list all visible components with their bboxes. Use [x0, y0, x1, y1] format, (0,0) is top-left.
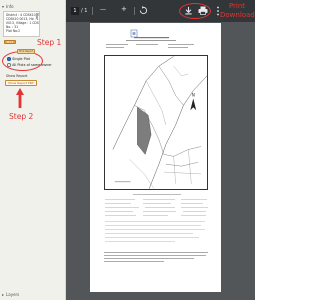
radio-single-label: Single Plot [12, 57, 30, 61]
radio-empty-icon[interactable] [7, 63, 11, 67]
print-icon[interactable] [198, 6, 208, 15]
print-annotation-line2: Download [220, 11, 255, 19]
print-report-label: Print Report [17, 49, 36, 54]
rotate-icon[interactable] [139, 6, 148, 15]
info-line: Plot No:2 [6, 29, 21, 33]
radio-all-label: All Plots of same owner [12, 63, 52, 67]
left-panel: ▾ Info District : 4 CDSK10, Taluk : 1 CD… [0, 0, 66, 300]
toolbar-divider [92, 7, 93, 15]
show-report-label: Show Report [6, 74, 28, 78]
step2-annotation: Step 2 [9, 112, 34, 121]
pdf-page: N [90, 23, 221, 292]
highlight-oval-options [2, 51, 43, 71]
print-download-annotation: Print Download [220, 2, 255, 20]
expand-arrow-icon[interactable]: ▸ [2, 292, 4, 297]
step1-annotation: Step 1 [37, 38, 62, 47]
cadastral-map: N [104, 55, 208, 190]
layers-panel-header[interactable]: ▸ Layers [2, 292, 19, 297]
radio-single-plot[interactable]: Single Plot [7, 57, 30, 61]
layers-label: Layers [6, 292, 20, 297]
page-number-input[interactable]: 1 [71, 7, 79, 15]
scrollbar[interactable] [36, 13, 38, 19]
zoom-in-button[interactable]: + [121, 5, 127, 13]
show-report-pdf-button[interactable]: Show Report PDF [5, 80, 37, 86]
north-label: N [192, 93, 195, 98]
header-text-lines [106, 37, 194, 48]
radio-selected-icon[interactable] [7, 57, 11, 61]
toolbar-divider [134, 7, 135, 15]
info-panel-header[interactable]: ▾ Info [2, 4, 14, 9]
print-annotation-line1: Print [228, 2, 246, 10]
page-total: / 1 [81, 8, 88, 14]
download-icon[interactable] [184, 6, 193, 15]
radio-all-plots[interactable]: All Plots of same owner [7, 63, 52, 67]
print-small-button[interactable]: Print [4, 40, 16, 44]
report-footer-lines [104, 252, 208, 262]
plot-info-box: District : 4 CDSK10, Taluk : 1 CDSK10 00… [3, 11, 40, 37]
collapse-arrow-icon[interactable]: ▾ [2, 4, 4, 9]
zoom-out-button[interactable]: — [100, 6, 106, 13]
report-text-block [105, 194, 208, 242]
info-header-label: Info [6, 4, 14, 9]
pdf-viewer: 1 / 1 — + Print Download N [66, 0, 255, 300]
red-arrow-up-icon [16, 88, 24, 108]
